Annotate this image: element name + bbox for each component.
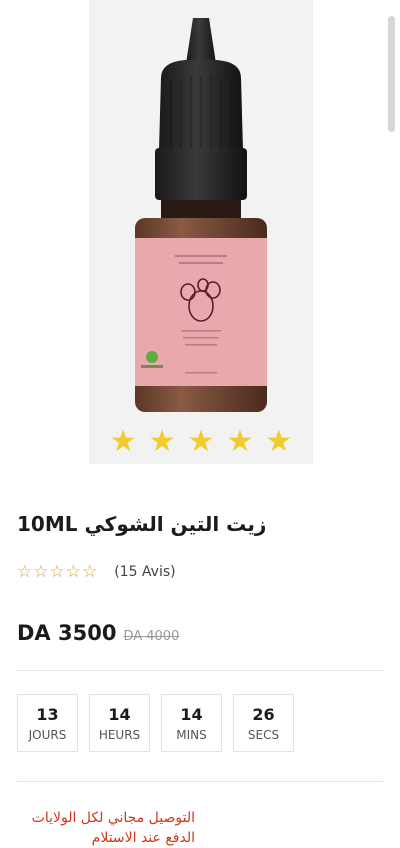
delivery-info: التوصيل مجاني لكل الولايات الدفع عند الا… <box>32 808 195 848</box>
star-icon: ★ <box>226 424 254 459</box>
countdown-value: 14 <box>108 704 131 724</box>
product-image[interactable]: ★ ★ ★ ★ ★ <box>89 0 313 464</box>
star-icon: ★ <box>148 424 176 459</box>
countdown-seconds: 26 SECS <box>233 694 294 752</box>
star-icon: ★ <box>187 424 215 459</box>
scrollbar-thumb[interactable] <box>388 16 395 132</box>
countdown-value: 13 <box>36 704 59 724</box>
product-title: زيت التين الشوكي 10ML <box>17 512 267 536</box>
free-delivery-text: التوصيل مجاني لكل الولايات <box>31 810 195 826</box>
divider <box>17 670 383 671</box>
countdown-hours: 14 HEURS <box>89 694 150 752</box>
countdown-label: JOURS <box>28 727 67 742</box>
countdown-timer: 13 JOURS 14 HEURS 14 MINS 26 SECS <box>17 694 294 752</box>
countdown-value: 26 <box>252 704 275 724</box>
countdown-minutes: 14 MINS <box>161 694 222 752</box>
image-rating-stars: ★ ★ ★ ★ ★ <box>89 425 313 459</box>
divider <box>17 781 383 782</box>
countdown-days: 13 JOURS <box>17 694 78 752</box>
rating-stars-icon: ☆☆☆☆☆ <box>17 562 99 582</box>
countdown-label: HEURS <box>98 727 141 742</box>
old-price: DA 4000 <box>123 629 180 644</box>
oil-bottle-illustration <box>135 18 267 412</box>
rating-count[interactable]: (15 Avis) <box>114 564 175 580</box>
countdown-label: MINS <box>176 727 207 742</box>
star-icon: ★ <box>265 424 293 459</box>
price-row: DA 3500 DA 4000 <box>17 621 179 645</box>
cash-on-delivery-text: الدفع عند الاستلام <box>91 830 195 846</box>
countdown-value: 14 <box>180 704 203 724</box>
countdown-label: SECS <box>247 727 280 742</box>
star-icon: ★ <box>109 424 137 459</box>
rating-row[interactable]: ☆☆☆☆☆ (15 Avis) <box>17 562 176 582</box>
current-price: DA 3500 <box>17 621 117 645</box>
